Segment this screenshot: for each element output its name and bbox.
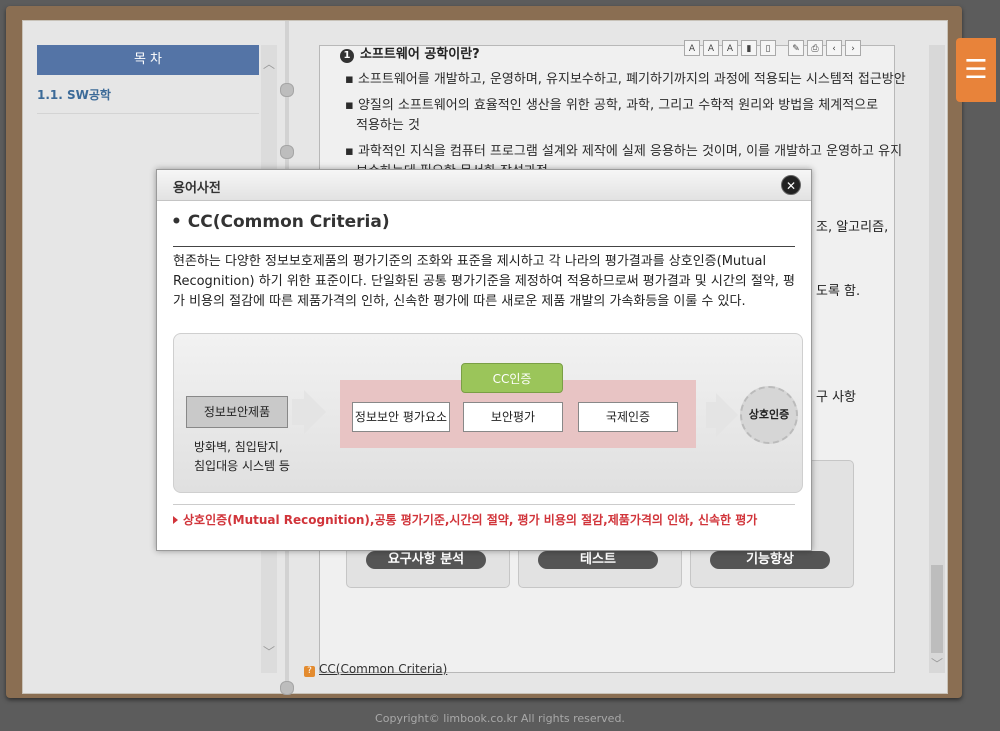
font-larger-button[interactable]: A (684, 40, 700, 56)
font-smaller-button[interactable]: A (703, 40, 719, 56)
scroll-down-icon[interactable]: ﹀ (263, 643, 275, 660)
term-keywords: 상호인증(Mutual Recognition),공통 평가기준,시간의 절약,… (173, 514, 783, 527)
section-title: 소프트웨어 공학이란? (360, 47, 480, 62)
content-scrollbar[interactable]: ﹀ (929, 45, 945, 673)
content-line: 적용하는 것 (356, 118, 420, 133)
scroll-thumb[interactable] (931, 565, 943, 653)
content-toolbar: A A A ▮ ▯ ✎ ⎙ ‹ › (684, 40, 861, 58)
diagram-step: 국제인증 (578, 402, 678, 432)
copyright: Copyright© limbook.co.kr All rights rese… (375, 712, 625, 725)
content-line: ▪ 과학적인 지식을 컴퓨터 프로그램 설계와 제작에 실제 응용하는 것이며,… (345, 144, 903, 159)
section-heading: 1 소프트웨어 공학이란? (340, 43, 480, 63)
bookmark-icon[interactable]: ▮ (741, 40, 757, 56)
section-number: 1 (340, 49, 354, 63)
font-reset-button[interactable]: A (722, 40, 738, 56)
content-line: ▪ 소프트웨어를 개발하고, 운영하며, 유지보수하고, 폐기하기까지의 과정에… (345, 72, 906, 87)
modal-title: 용어사전 (173, 181, 221, 196)
modal-title-bar: 용어사전 ✕ (157, 170, 811, 201)
divider (173, 504, 795, 505)
diagram-step: 정보보안 평가요소 (352, 402, 450, 432)
content-fragment: 도록 함. (816, 284, 861, 299)
process-bar: 테스트 (538, 551, 658, 569)
toc-header: 목 차 (37, 45, 259, 75)
memo-icon[interactable]: ✎ (788, 40, 804, 56)
scroll-up-icon[interactable]: ︿ (263, 55, 275, 72)
bookmark-list-icon[interactable]: ▯ (760, 40, 776, 56)
diagram-step: 보안평가 (463, 402, 563, 432)
arrow-right-icon (304, 390, 326, 434)
diagram-input-note: 방화벽, 침입탐지, 침입대응 시스템 등 (194, 440, 290, 473)
term-link[interactable]: ? CC(Common Criteria) (304, 662, 447, 677)
diagram-cc-label: CC인증 (461, 363, 563, 393)
previous-button[interactable]: ‹ (826, 40, 842, 56)
binder-ring-icon (280, 681, 294, 695)
toc-item-sw-engineering[interactable]: 1.1. SW공학 (37, 83, 259, 114)
content-fragment: 구 사항 (816, 390, 857, 405)
scroll-down-icon[interactable]: ﹀ (931, 655, 943, 672)
term-title: • CC(Common Criteria) (171, 212, 390, 232)
library-icon[interactable]: ☰ (956, 38, 996, 102)
bullet-icon (173, 516, 178, 524)
binder-ring-icon (280, 83, 294, 97)
close-icon[interactable]: ✕ (781, 175, 801, 195)
diagram-input-box: 정보보안제품 (186, 396, 288, 428)
next-button[interactable]: › (845, 40, 861, 56)
divider (173, 246, 795, 247)
glossary-icon: ? (304, 666, 315, 677)
content-line: ▪ 양질의 소프트웨어의 효율적인 생산을 위한 공학, 과학, 그리고 수학적… (345, 98, 879, 113)
content-fragment: 조, 알고리즘, (816, 220, 889, 235)
cc-diagram: 정보보안제품 방화벽, 침입탐지, 침입대응 시스템 등 CC인증 정보보안 평가… (173, 333, 803, 493)
glossary-modal: 용어사전 ✕ • CC(Common Criteria) 현존하는 다양한 정보… (156, 169, 812, 551)
term-description: 현존하는 다양한 정보보호제품의 평가기준의 조화와 표준을 제시하고 각 나라… (173, 254, 796, 309)
process-bar: 기능향상 (710, 551, 830, 569)
binder-ring-icon (280, 145, 294, 159)
print-icon[interactable]: ⎙ (807, 40, 823, 56)
process-bar: 요구사항 분석 (366, 551, 486, 569)
arrow-right-icon (716, 393, 738, 437)
diagram-result: 상호인증 (740, 386, 798, 444)
